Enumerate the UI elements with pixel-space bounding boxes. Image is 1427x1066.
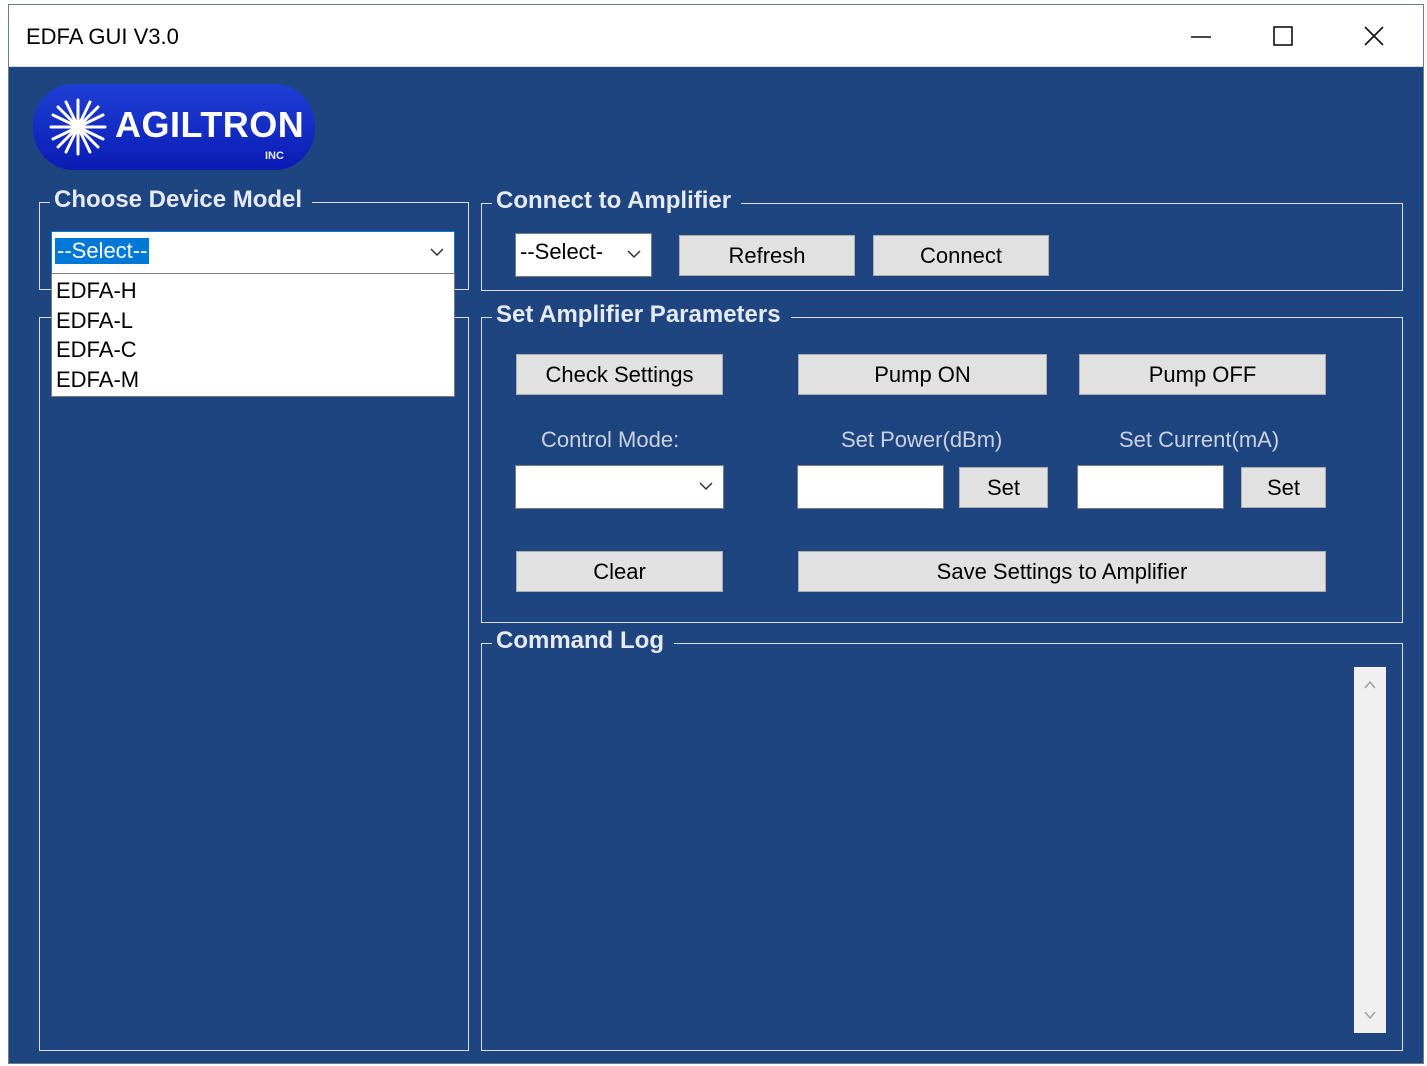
star-burst-icon [49,98,107,156]
device-model-dropdown[interactable]: EDFA-H EDFA-L EDFA-C EDFA-M [51,273,455,397]
connect-label: Connect to Amplifier [492,187,742,215]
set-current-input[interactable] [1077,465,1224,509]
maximize-icon [1273,26,1293,46]
clear-button[interactable]: Clear [516,551,723,592]
set-power-button[interactable]: Set [959,467,1048,508]
device-info-group [39,317,469,1051]
port-selected: --Select- [520,239,604,264]
logo-text: AGILTRON [115,104,305,145]
close-icon [1364,26,1384,46]
control-mode-label: Control Mode: [541,427,680,452]
window-title: EDFA GUI V3.0 [26,24,179,49]
device-model-select[interactable]: --Select-- [51,231,455,275]
minimize-button[interactable] [1156,5,1246,67]
set-current-button[interactable]: Set [1241,467,1326,508]
chevron-down-icon[interactable] [1362,1007,1378,1023]
title-bar[interactable]: EDFA GUI V3.0 [9,5,1423,67]
control-mode-select[interactable] [515,465,724,509]
chevron-up-icon[interactable] [1362,677,1378,693]
connect-button[interactable]: Connect [873,235,1049,276]
parameters-label: Set Amplifier Parameters [492,301,791,329]
dropdown-item-edfa-h[interactable]: EDFA-H [56,278,137,304]
logo-inc: INC [265,150,284,162]
set-power-input[interactable] [797,465,944,509]
minimize-icon [1191,36,1211,38]
chevron-down-icon [430,248,444,257]
command-log-group: Command Log [481,627,1403,1051]
app-window: EDFA GUI V3.0 AGILTRON INC Choose Device… [8,4,1424,1064]
chevron-down-icon [699,482,713,491]
device-model-selected: --Select-- [55,238,150,264]
dropdown-item-edfa-m[interactable]: EDFA-M [56,367,139,393]
chevron-down-icon [627,250,641,259]
refresh-button[interactable]: Refresh [679,235,855,276]
command-log-label: Command Log [492,627,674,655]
device-model-label: Choose Device Model [50,186,313,214]
save-settings-button[interactable]: Save Settings to Amplifier [798,551,1326,592]
check-settings-button[interactable]: Check Settings [516,354,723,395]
close-button[interactable] [1329,5,1419,67]
dropdown-item-edfa-l[interactable]: EDFA-L [56,308,133,334]
command-log-scrollbar[interactable] [1354,667,1386,1033]
set-current-label: Set Current(mA) [1119,427,1280,452]
maximize-button[interactable] [1238,5,1328,67]
agiltron-logo: AGILTRON INC [33,84,315,170]
client-area: AGILTRON INC Choose Device Model --Selec… [9,67,1423,1063]
set-power-label: Set Power(dBm) [841,427,1003,452]
port-select[interactable]: --Select- [515,233,652,277]
pump-on-button[interactable]: Pump ON [798,354,1047,395]
dropdown-item-edfa-c[interactable]: EDFA-C [56,337,137,363]
pump-off-button[interactable]: Pump OFF [1079,354,1326,395]
